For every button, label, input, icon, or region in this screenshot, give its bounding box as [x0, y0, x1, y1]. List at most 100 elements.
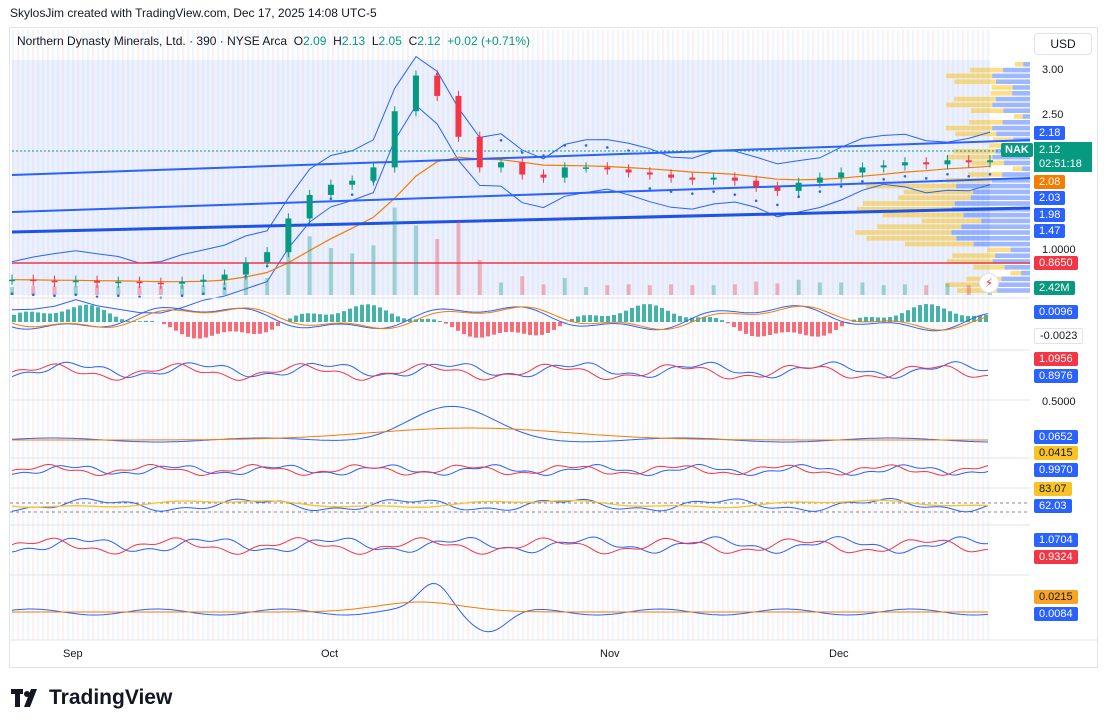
symbol-legend: Northern Dynasty Minerals, Ltd. · 390 · …	[17, 34, 530, 48]
candle-body	[115, 281, 122, 284]
histogram-bar	[936, 306, 940, 322]
x-label-nov: Nov	[600, 648, 620, 660]
volume-bar	[775, 283, 780, 295]
indicator-badge: 0.9324	[1034, 550, 1078, 564]
histogram-bar	[96, 307, 100, 322]
volume-profile-up	[877, 224, 962, 229]
histogram-bar	[714, 318, 718, 322]
histogram-bar	[900, 313, 904, 322]
volume-profile-down	[1003, 160, 1030, 166]
histogram-bar	[72, 307, 76, 322]
histogram-bar	[348, 308, 352, 322]
histogram-bar	[612, 315, 616, 322]
sar-dot	[606, 146, 609, 149]
volume-profile-up	[898, 195, 971, 200]
histogram-bar	[780, 322, 784, 333]
candle-body	[264, 252, 271, 263]
candle-body	[51, 280, 58, 283]
volume-bar	[520, 276, 525, 295]
histogram-bar	[498, 322, 502, 334]
candle-body	[774, 186, 781, 191]
histogram-bar	[606, 315, 610, 322]
indicator-badge: 0.0084	[1034, 607, 1078, 621]
candle-body	[349, 180, 356, 185]
candle-body	[327, 184, 334, 195]
volume-profile-down	[954, 201, 1030, 206]
legend-high: 2.13	[341, 34, 366, 48]
volume-profile-up	[1012, 166, 1023, 171]
volume-bar	[477, 260, 482, 295]
sar-dot	[754, 199, 758, 203]
candle-body	[72, 280, 79, 283]
volume-bar	[413, 225, 418, 295]
volume-profile-up	[1015, 62, 1024, 67]
legend-open: 2.09	[303, 34, 327, 48]
histogram-bar	[48, 313, 52, 322]
legend-close-label: C	[408, 34, 418, 48]
candle-body	[838, 172, 845, 178]
indicator-badge: 0.0096	[1034, 305, 1078, 319]
sar-dot	[818, 190, 822, 193]
volume-profile-down	[1002, 172, 1030, 177]
volume-bar	[10, 287, 14, 295]
bar-countdown: 02:51:18	[1039, 158, 1082, 170]
sar-dot	[627, 149, 630, 152]
volume-profile-down	[1023, 62, 1030, 67]
histogram-bar	[204, 322, 208, 338]
price-badge: 2.08	[1034, 175, 1066, 189]
histogram-bar	[324, 314, 328, 322]
histogram-bar	[312, 313, 316, 322]
sar-dot	[648, 187, 652, 190]
histogram-bar	[330, 314, 334, 322]
histogram-bar	[546, 322, 550, 333]
legend-low-label: L	[371, 34, 379, 48]
volume-profile-up	[946, 154, 993, 160]
chart-canvas[interactable]	[0, 0, 1108, 728]
indicator-badge: 0.8976	[1034, 369, 1078, 383]
x-label-dec: Dec	[829, 648, 849, 660]
legend-high-label: H	[333, 34, 342, 48]
candle-body	[157, 282, 164, 285]
volume-bar	[881, 285, 886, 295]
indicator-badge: 1.0704	[1034, 533, 1078, 547]
volume-profile-up	[970, 108, 1004, 113]
histogram-bar	[744, 322, 748, 334]
candle-body	[200, 279, 207, 282]
histogram-bar	[576, 316, 580, 322]
histogram-bar	[420, 319, 424, 322]
sar-dot	[903, 174, 907, 178]
volume-profile-down	[1022, 166, 1030, 171]
currency-button[interactable]: USD	[1034, 33, 1092, 55]
volume-bar	[435, 239, 440, 295]
histogram-bar	[60, 311, 64, 322]
candle-body	[306, 194, 313, 219]
price-badge: 1.98	[1034, 208, 1066, 222]
volume-profile-down	[1010, 247, 1030, 253]
histogram-bar	[528, 322, 532, 335]
indicator-badge: 0.0215	[1034, 590, 1078, 604]
x-label-oct: Oct	[321, 648, 339, 660]
candle-body	[795, 182, 802, 191]
histogram-bar	[234, 322, 238, 332]
brand-logo: TradingView	[11, 686, 172, 710]
histogram-bar	[66, 309, 70, 322]
last-price-box: 2.12 02:51:18	[1034, 142, 1092, 172]
histogram-bar	[372, 305, 376, 322]
histogram-bar	[756, 322, 760, 337]
volume-profile-down	[1002, 120, 1030, 125]
volume-bar	[690, 285, 695, 295]
histogram-bar	[648, 304, 652, 322]
sar-dot	[350, 193, 354, 196]
histogram-bar	[468, 322, 472, 337]
alert-bolt-icon[interactable]: ⚡	[979, 273, 999, 293]
sar-dot	[712, 190, 715, 193]
candle-body	[455, 95, 462, 137]
histogram-bar	[90, 305, 94, 322]
last-price: 2.12	[1039, 144, 1061, 156]
histogram-bar	[252, 322, 256, 334]
volume-profile-down	[963, 212, 1030, 218]
histogram-bar	[954, 313, 958, 322]
candle-body	[731, 177, 738, 181]
histogram-bar	[162, 322, 166, 325]
sar-dot	[584, 144, 588, 147]
